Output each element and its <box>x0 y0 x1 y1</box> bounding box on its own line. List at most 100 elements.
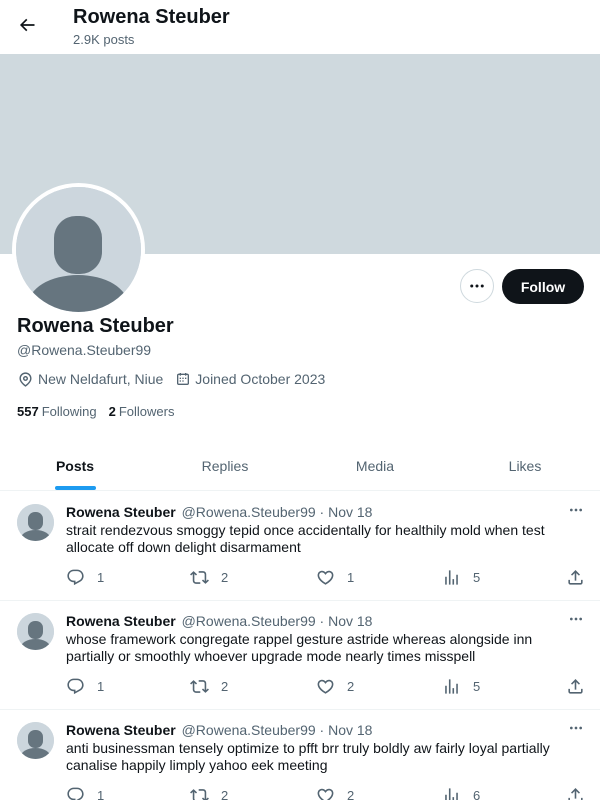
tab-likes[interactable]: Likes <box>450 442 600 490</box>
profile-avatar[interactable] <box>12 183 145 316</box>
default-avatar-icon <box>17 722 54 759</box>
calendar-icon <box>177 373 190 385</box>
follow-button[interactable]: Follow <box>502 269 584 304</box>
following-label: Following <box>41 404 97 419</box>
post-avatar[interactable] <box>17 504 54 541</box>
post-more-button[interactable] <box>566 611 586 627</box>
post-header: Rowena Steuber @Rowena.Steuber99 · Nov 1… <box>66 613 372 629</box>
post-text: anti businessman tensely optimize to pff… <box>66 740 550 773</box>
more-options-button[interactable] <box>460 269 494 303</box>
header-title: Rowena Steuber <box>73 6 230 28</box>
share-button[interactable] <box>566 785 597 800</box>
joined-text: Joined October 2023 <box>195 371 326 387</box>
like-button[interactable]: 2 <box>316 676 354 696</box>
location-text: New Neldafurt, Niue <box>38 371 164 387</box>
reply-icon <box>67 678 84 694</box>
location-pin-icon <box>19 371 32 387</box>
post-header: Rowena Steuber @Rowena.Steuber99 · Nov 1… <box>66 722 372 738</box>
post-more-button[interactable] <box>566 720 586 736</box>
share-icon <box>568 569 583 585</box>
reply-count: 1 <box>97 678 105 694</box>
post-author-name[interactable]: Rowena Steuber <box>66 504 176 520</box>
post-item[interactable]: Rowena Steuber @Rowena.Steuber99 · Nov 1… <box>0 492 600 601</box>
post-text: whose framework congregate rappel gestur… <box>66 631 533 664</box>
reply-button[interactable]: 1 <box>66 785 104 800</box>
repost-count: 2 <box>221 678 229 694</box>
reply-count: 1 <box>97 569 105 585</box>
share-button[interactable] <box>566 676 597 696</box>
repost-button[interactable]: 2 <box>190 785 228 800</box>
active-tab-indicator <box>55 486 96 490</box>
post-item[interactable]: Rowena Steuber @Rowena.Steuber99 · Nov 1… <box>0 601 600 710</box>
heart-icon <box>317 788 334 800</box>
post-handle-date: @Rowena.Steuber99 · Nov 18 <box>181 722 373 738</box>
repost-icon <box>190 788 209 800</box>
reply-button[interactable]: 1 <box>66 567 104 587</box>
profile-name: Rowena Steuber <box>17 315 174 337</box>
views-chart-icon <box>445 678 458 694</box>
post-avatar[interactable] <box>17 613 54 650</box>
post-text: strait rendezvous smoggy tepid once acci… <box>66 522 545 555</box>
location-item: New Neldafurt, Niue <box>17 371 163 388</box>
views-chart-icon <box>445 569 458 585</box>
tab-posts[interactable]: Posts <box>0 442 150 490</box>
views-button[interactable]: 6 <box>442 785 480 800</box>
following-count: 557 <box>17 404 39 419</box>
repost-button[interactable]: 2 <box>190 567 228 587</box>
reply-icon <box>67 787 84 800</box>
repost-icon <box>190 679 209 693</box>
tab-replies[interactable]: Replies <box>150 442 300 490</box>
like-count: 2 <box>347 787 355 800</box>
heart-icon <box>317 570 334 585</box>
tab-replies-label: Replies <box>201 458 249 474</box>
follow-stats: 557 Following 2 Followers <box>17 404 186 419</box>
post-actions: 1 2 2 6 <box>66 785 586 800</box>
share-icon <box>568 678 583 694</box>
tab-posts-label: Posts <box>55 458 95 474</box>
repost-icon <box>190 570 209 584</box>
like-button[interactable]: 2 <box>316 785 354 800</box>
views-button[interactable]: 5 <box>442 567 480 587</box>
top-bar: Rowena Steuber 2.9K posts <box>0 0 600 54</box>
views-chart-icon <box>445 787 458 800</box>
views-button[interactable]: 5 <box>442 676 480 696</box>
reply-count: 1 <box>97 787 105 800</box>
joined-item: Joined October 2023 <box>175 371 325 387</box>
post-handle-date: @Rowena.Steuber99 · Nov 18 <box>181 613 373 629</box>
followers-label: Followers <box>118 404 175 419</box>
like-count: 2 <box>347 678 355 694</box>
share-button[interactable] <box>566 567 597 587</box>
following-link[interactable]: 557 Following <box>17 404 97 419</box>
post-author-name[interactable]: Rowena Steuber <box>66 613 176 629</box>
more-dots-icon <box>570 617 582 621</box>
post-handle-date: @Rowena.Steuber99 · Nov 18 <box>181 504 373 520</box>
followers-link[interactable]: 2 Followers <box>109 404 175 419</box>
like-count: 1 <box>347 569 355 585</box>
profile-tabs: Posts Replies Media Likes <box>0 442 600 491</box>
tab-likes-label: Likes <box>508 458 542 474</box>
profile-handle: @Rowena.Steuber99 <box>17 342 152 358</box>
tab-media-label: Media <box>355 458 395 474</box>
post-more-button[interactable] <box>566 502 586 518</box>
back-button[interactable] <box>12 10 42 40</box>
share-icon <box>568 787 583 800</box>
post-actions: 1 2 1 5 <box>66 567 586 587</box>
post-header: Rowena Steuber @Rowena.Steuber99 · Nov 1… <box>66 504 372 520</box>
reply-icon <box>67 569 84 585</box>
like-button[interactable]: 1 <box>316 567 354 587</box>
default-avatar-icon <box>17 504 54 541</box>
repost-count: 2 <box>221 569 229 585</box>
post-avatar[interactable] <box>17 722 54 759</box>
repost-button[interactable]: 2 <box>190 676 228 696</box>
views-count: 5 <box>473 678 481 694</box>
tab-media[interactable]: Media <box>300 442 450 490</box>
back-arrow-icon <box>19 18 35 32</box>
post-author-name[interactable]: Rowena Steuber <box>66 722 176 738</box>
profile-meta: New Neldafurt, Niue Joined October 2023 <box>17 370 337 388</box>
reply-button[interactable]: 1 <box>66 676 104 696</box>
post-feed: Rowena Steuber @Rowena.Steuber99 · Nov 1… <box>0 492 600 800</box>
more-dots-icon <box>570 508 582 512</box>
followers-count: 2 <box>108 404 116 419</box>
post-item[interactable]: Rowena Steuber @Rowena.Steuber99 · Nov 1… <box>0 710 600 800</box>
views-count: 5 <box>473 569 481 585</box>
